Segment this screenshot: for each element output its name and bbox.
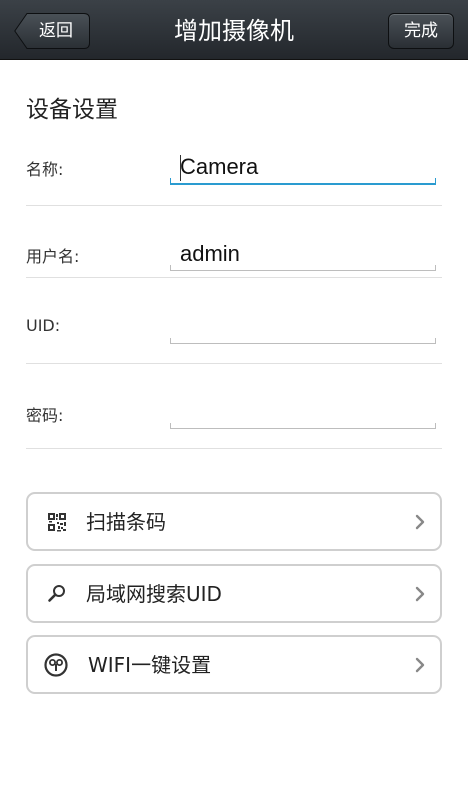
back-button-label: 返回 — [39, 21, 73, 41]
chevron-right-icon — [415, 586, 425, 602]
chevron-right-icon — [415, 514, 425, 530]
name-input[interactable] — [170, 151, 436, 183]
navigation-bar: 增加摄像机 返回 完成 — [0, 0, 468, 60]
qr-code-icon — [47, 512, 67, 532]
divider — [26, 363, 442, 364]
wifi-setup-icon — [44, 653, 68, 677]
divider — [26, 448, 442, 449]
divider — [26, 205, 442, 206]
back-button[interactable]: 返回 — [14, 13, 90, 49]
password-input[interactable] — [170, 395, 436, 428]
chevron-right-icon — [415, 657, 425, 673]
username-input[interactable] — [170, 237, 436, 270]
divider — [26, 277, 442, 278]
section-title: 设备设置 — [26, 97, 118, 123]
lan-search-uid-label: 局域网搜索UID — [86, 582, 222, 606]
uid-input[interactable] — [170, 310, 436, 343]
lan-search-uid-button[interactable]: 局域网搜索UID — [26, 564, 442, 623]
scan-barcode-label: 扫描条码 — [86, 510, 166, 534]
wifi-setup-button[interactable]: WIFI一键设置 — [26, 635, 442, 694]
text-cursor — [180, 155, 181, 181]
username-field-container — [170, 237, 436, 271]
done-button[interactable]: 完成 — [388, 13, 454, 49]
password-field-container — [170, 395, 436, 429]
uid-field-container — [170, 310, 436, 344]
scan-barcode-button[interactable]: 扫描条码 — [26, 492, 442, 551]
name-label: 名称: — [26, 160, 64, 179]
password-label: 密码: — [26, 406, 64, 425]
name-field-container — [170, 151, 436, 185]
search-icon — [48, 585, 65, 602]
username-label: 用户名: — [26, 247, 80, 266]
uid-label: UID: — [26, 316, 61, 335]
wifi-setup-label: WIFI一键设置 — [88, 653, 212, 677]
